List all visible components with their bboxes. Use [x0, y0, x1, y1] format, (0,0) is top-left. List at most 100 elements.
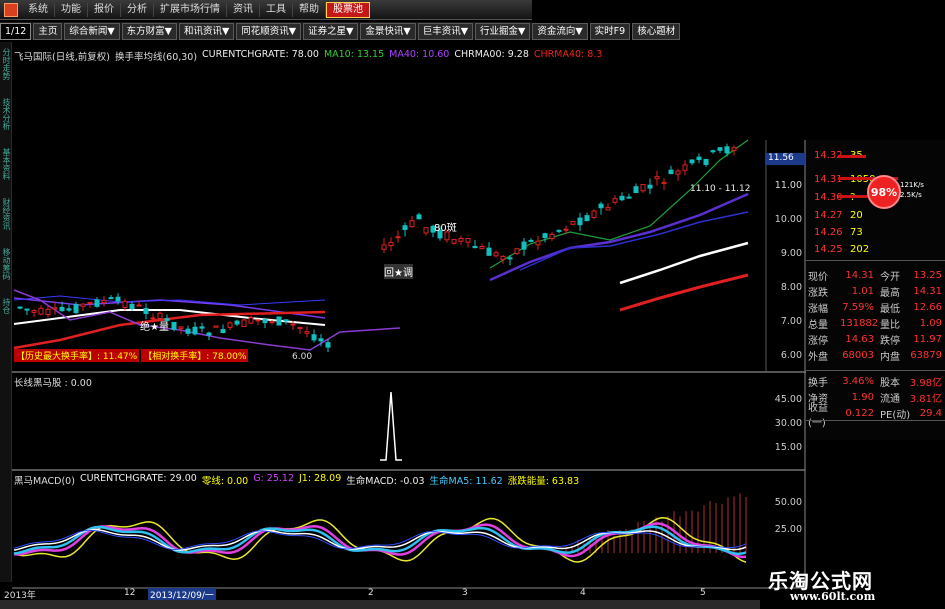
annotation-range: 11.10 - 11.12	[690, 184, 751, 194]
candle-body	[598, 203, 604, 209]
price-info-bar: 飞马国际(日线,前复权) 换手率均线(60,30) CURENTCHGRATE:…	[14, 49, 602, 63]
candle-body	[73, 303, 79, 314]
macd-title: 黑马MACD(0)	[14, 476, 75, 487]
candle-body	[122, 300, 128, 309]
quote-row: 收益(一) 0.122 PE(动) 29.4	[808, 402, 942, 429]
annotation-pullback: 回★调	[384, 264, 413, 279]
candle-body	[514, 248, 520, 254]
dark-horse-spike	[380, 391, 402, 461]
candle-body	[402, 225, 408, 231]
candle-body	[682, 164, 688, 171]
candle-body	[66, 308, 72, 311]
candle-body	[185, 328, 191, 334]
watermark-url: www.60lt.com	[790, 590, 876, 603]
candle-body	[178, 326, 184, 329]
candle-body	[297, 326, 303, 330]
annotation-80: 80斑	[434, 223, 457, 234]
indicator-name: 换手率均线(60,30)	[114, 52, 198, 63]
candle-body	[199, 326, 205, 329]
quote-row: 外盘 68003 内盘 63879	[808, 350, 942, 363]
candle-body	[472, 245, 478, 249]
price-axis-7: 7.00	[780, 316, 802, 327]
chrma40-line-right	[619, 273, 749, 312]
candle-body	[710, 150, 716, 153]
candle-body	[654, 176, 660, 180]
macd-energy: 涨跌能量: 63.83	[507, 476, 580, 487]
candle-body	[395, 236, 401, 239]
hist-max-turnover: 【历史最大换手率】: 11.47%	[14, 349, 140, 362]
ma10-line-right	[489, 139, 749, 269]
candle-body	[311, 334, 317, 341]
candle-body	[325, 342, 331, 348]
candle-body	[31, 310, 37, 313]
candle-body	[458, 237, 464, 242]
macd-curr: CURENTCHGRATE: 29.00	[79, 473, 197, 484]
candle-body	[381, 244, 387, 250]
candle-body	[493, 252, 499, 257]
mid-axis-45: 45.00	[774, 394, 802, 405]
ma10-line	[13, 289, 401, 351]
candle-body	[192, 326, 198, 335]
candle-body	[542, 233, 548, 238]
price-axis-11: 11.00	[774, 180, 802, 191]
candle-body	[143, 308, 149, 314]
candle-body	[521, 241, 527, 250]
candle-body	[388, 241, 394, 247]
candle-body	[619, 195, 625, 201]
candle-body	[227, 322, 233, 328]
candle-body	[234, 320, 240, 325]
candle-body	[423, 227, 429, 234]
candle-body	[269, 321, 275, 324]
candle-body	[479, 245, 485, 250]
candle-body	[549, 233, 555, 240]
quote-row: 涨停 14.63 跌停 11.97	[808, 334, 942, 347]
candle-body	[52, 307, 58, 310]
chrma00-value: CHRMA00: 9.28	[454, 49, 529, 60]
ma10-value: MA10: 13.15	[323, 49, 385, 60]
candle-body	[675, 170, 681, 175]
quote-row: 涨幅 7.59% 最低 12.66	[808, 302, 942, 315]
candle-body	[584, 215, 590, 222]
quote-row: 总量 131882 量比 1.09	[808, 318, 942, 331]
candle-body	[24, 308, 30, 311]
chrma40-value: CHRMA40: 8.3	[533, 49, 603, 60]
macd-yellow-line	[13, 516, 747, 563]
candle-body	[108, 297, 114, 300]
price-axis-6: 6.00	[780, 350, 802, 361]
macd-life: 生命MACD: -0.03	[346, 476, 425, 487]
price-lines	[13, 139, 749, 351]
annotation-low: 6.00	[292, 352, 313, 362]
candle-body	[591, 210, 597, 219]
candle-body	[115, 296, 121, 302]
chrma00-line-right	[619, 241, 749, 285]
date-axis: 2013年 12 2013/12/09/一 2 3 4 5	[0, 588, 805, 601]
bottom-status-bar	[0, 600, 760, 609]
candle-body	[101, 300, 107, 304]
price-axis-8: 8.00	[780, 282, 802, 293]
candle-body	[668, 169, 674, 175]
candlesticks	[17, 143, 737, 353]
macd-zero: 零线: 0.00	[201, 476, 249, 487]
candle-body	[213, 325, 219, 328]
mid-axis-30: 30.00	[774, 418, 802, 429]
candle-body	[262, 319, 268, 324]
candle-body	[528, 239, 534, 242]
turnover-tags: 【历史最大换手率】: 11.47% 【相对换手率】: 78.00%	[14, 349, 249, 362]
candle-body	[633, 186, 639, 194]
macd-j1: J1: 28.09	[298, 473, 342, 484]
candle-body	[486, 247, 492, 256]
candle-body	[318, 338, 324, 342]
candle-body	[640, 184, 646, 192]
candle-body	[220, 329, 226, 334]
candle-body	[626, 196, 632, 199]
annotation-volume: 绝★量	[140, 322, 169, 333]
macd-g: G: 25.12	[253, 473, 294, 484]
speed-readout: 121K/s 2.5K/s	[900, 181, 924, 199]
candle-body	[276, 316, 282, 326]
speed-gauge: 98%	[867, 175, 901, 209]
candle-body	[717, 147, 723, 151]
macd-life-ma5: 生命MA5: 11.62	[429, 476, 503, 487]
quote-row: 现价 14.31 今开 13.25	[808, 270, 942, 283]
stock-chart-canvas[interactable]	[0, 0, 945, 609]
price-axis-10: 10.00	[774, 214, 802, 225]
